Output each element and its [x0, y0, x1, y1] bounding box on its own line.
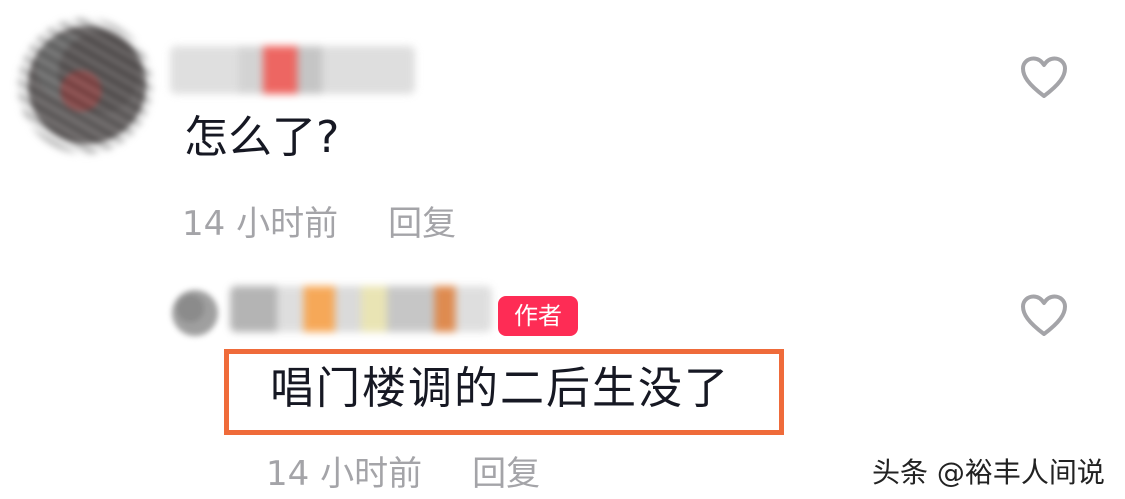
- avatar[interactable]: [172, 290, 218, 336]
- username-blurred[interactable]: [170, 46, 415, 94]
- comment-time: 14 小时前: [266, 454, 423, 494]
- comment-time: 14 小时前: [182, 204, 339, 244]
- reply-button[interactable]: 回复: [388, 196, 456, 245]
- username-blurred[interactable]: [230, 286, 492, 332]
- reply-button[interactable]: 回复: [472, 446, 540, 495]
- comment-item: 怎么了? 14 小时前 回复: [0, 0, 1125, 250]
- comment-text: 唱门楼调的二后生没了: [270, 363, 730, 414]
- comment-meta: 14 小时前 回复: [182, 196, 456, 245]
- comment-meta: 14 小时前 回复: [266, 446, 540, 495]
- author-badge: 作者: [498, 296, 578, 336]
- heart-outline-icon[interactable]: [1020, 56, 1068, 100]
- heart-outline-icon[interactable]: [1020, 294, 1068, 338]
- comment-text: 怎么了?: [184, 112, 340, 163]
- avatar[interactable]: [28, 26, 146, 144]
- watermark: 头条 @裕丰人间说: [872, 456, 1105, 489]
